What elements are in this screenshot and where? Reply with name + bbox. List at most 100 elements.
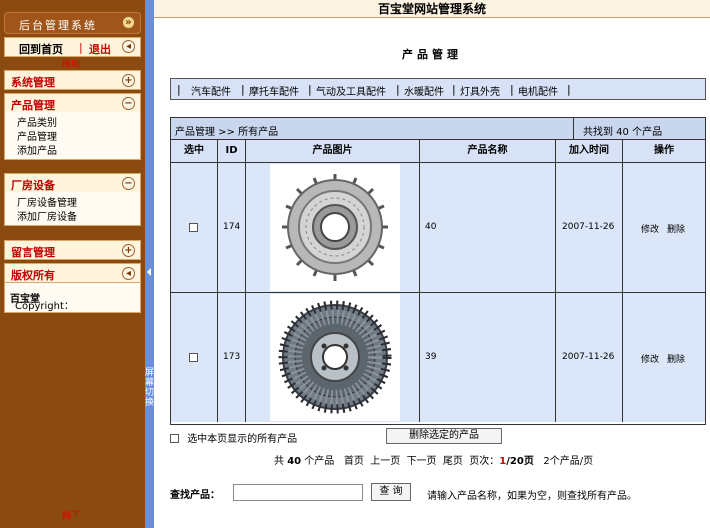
column-header: 加入时间 bbox=[556, 140, 623, 162]
product-image[interactable] bbox=[270, 164, 400, 291]
sidebar-item-add-equipment[interactable]: 添加厂房设备 bbox=[17, 208, 77, 223]
table-header-row: 选中 ID 产品图片 产品名称 加入时间 操作 bbox=[171, 140, 705, 163]
section-label: 系统管理 bbox=[11, 76, 55, 89]
copyright-label: Copyright： bbox=[15, 301, 74, 312]
category-link[interactable]: 摩托车配件 bbox=[249, 83, 299, 98]
delete-link[interactable]: 删除 bbox=[667, 352, 685, 365]
column-header: 产品名称 bbox=[420, 140, 556, 162]
column-header: 选中 bbox=[171, 140, 218, 162]
category-link[interactable]: 电机配件 bbox=[518, 83, 558, 98]
fan-clutch-finned-image bbox=[278, 300, 392, 414]
table-info-row: 产品管理 >> 所有产品 共找到 40 个产品 bbox=[171, 118, 705, 140]
sidebar-section-products[interactable]: 产品管理 − bbox=[4, 93, 141, 113]
sidebar-header: 后台管理系统 » bbox=[4, 12, 141, 34]
home-logout-bar: 回到首页 | 退出 ◂ bbox=[4, 37, 141, 57]
expand-icon[interactable]: + bbox=[122, 244, 135, 257]
sidebar-item-add-product[interactable]: 添加产品 bbox=[17, 142, 57, 157]
home-link[interactable]: 回到首页 bbox=[19, 41, 63, 57]
collapse-all-icon[interactable]: » bbox=[122, 16, 135, 29]
image-cell bbox=[246, 293, 420, 422]
search-hint: 请输入产品名称，如果为空，则查找所有产品。 bbox=[427, 491, 637, 502]
copyright-box: Copyright： 百宝堂 bbox=[4, 283, 141, 313]
column-header: ID bbox=[218, 140, 246, 162]
product-id: 174 bbox=[223, 222, 241, 232]
pipe: | bbox=[241, 83, 245, 96]
breadcrumb: 产品管理 >> 所有产品 bbox=[175, 127, 279, 138]
select-cell bbox=[171, 163, 218, 292]
category-link[interactable]: 气动及工具配件 bbox=[316, 83, 386, 98]
table-row: 174 40 2007-11-26 修改 删除 bbox=[171, 163, 705, 293]
section-label: 留言管理 bbox=[11, 246, 55, 259]
action-cell: 修改 删除 bbox=[623, 293, 705, 422]
sidebar-section-copyright[interactable]: 版权所有 ◂ bbox=[4, 263, 141, 283]
search-label: 查找产品： bbox=[170, 490, 220, 501]
top-title-bar: 百宝堂网站管理系统 bbox=[154, 0, 710, 18]
pipe: | bbox=[510, 83, 514, 96]
select-all-row: 选中本页显示的所有产品 bbox=[170, 430, 297, 445]
added-date: 2007-11-26 bbox=[562, 222, 615, 232]
fan-clutch-gear-image bbox=[282, 174, 388, 281]
pipe: | bbox=[177, 83, 181, 96]
separator: | bbox=[79, 41, 83, 54]
sidebar-section-system[interactable]: 系统管理 + bbox=[4, 70, 141, 90]
sidebar-item-product-manage[interactable]: 产品管理 bbox=[17, 128, 57, 143]
down-hint: 向下 bbox=[62, 511, 81, 521]
pager-total-suffix: 个产品 bbox=[304, 456, 335, 467]
date-cell: 2007-11-26 bbox=[556, 293, 623, 422]
delete-selected-button[interactable]: 删除选定的产品 bbox=[386, 428, 502, 444]
column-header: 操作 bbox=[654, 145, 674, 156]
category-link[interactable]: 水暖配件 bbox=[404, 83, 444, 98]
select-all-label: 选中本页显示的所有产品 bbox=[187, 434, 298, 445]
pager-per-page: 2个产品/页 bbox=[543, 456, 594, 467]
equipment-submenu: 厂房设备管理 添加厂房设备 bbox=[4, 192, 141, 226]
pagination: 共 40 个产品 首页 上一页 下一页 尾页 页次：1/20页 2个产品/页 bbox=[274, 452, 593, 467]
action-cell: 修改 删除 bbox=[623, 163, 705, 292]
pager-total-prefix: 共 bbox=[274, 456, 284, 467]
category-link[interactable]: 灯具外壳 bbox=[460, 83, 500, 98]
edit-link[interactable]: 修改 bbox=[641, 222, 659, 235]
select-cell bbox=[171, 293, 218, 422]
chevron-left-icon[interactable]: ◂ bbox=[122, 40, 135, 53]
sidebar-section-messages[interactable]: 留言管理 + bbox=[4, 240, 141, 260]
product-image[interactable] bbox=[270, 294, 400, 421]
product-name: 39 bbox=[425, 352, 437, 362]
pager-first[interactable]: 首页 bbox=[344, 456, 364, 467]
collapse-icon[interactable]: − bbox=[122, 177, 135, 190]
product-id: 173 bbox=[223, 352, 241, 362]
screen-toggle-splitter[interactable]: 屏幕切换 bbox=[145, 0, 154, 528]
pager-prev[interactable]: 上一页 bbox=[370, 456, 400, 467]
category-bar: | 汽车配件 | 摩托车配件 | 气动及工具配件 | 水暖配件 | 灯具外壳 |… bbox=[170, 78, 706, 100]
added-date: 2007-11-26 bbox=[562, 352, 615, 362]
collapse-icon[interactable]: − bbox=[122, 97, 135, 110]
section-label: 厂房设备 bbox=[11, 179, 55, 192]
sidebar-item-equipment-manage[interactable]: 厂房设备管理 bbox=[17, 194, 77, 209]
sidebar: 后台管理系统 » 回到首页 | 退出 ◂ 拖动 系统管理 + 产品管理 − 产品… bbox=[0, 0, 145, 528]
id-cell: 174 bbox=[218, 163, 246, 292]
column-header: 产品图片 bbox=[246, 140, 420, 162]
logout-link[interactable]: 退出 bbox=[89, 41, 111, 57]
edit-link[interactable]: 修改 bbox=[641, 352, 659, 365]
found-count: 共找到 40 个产品 bbox=[583, 127, 663, 138]
delete-link[interactable]: 删除 bbox=[667, 222, 685, 235]
products-table: 产品管理 >> 所有产品 共找到 40 个产品 选中 ID 产品图片 产品名称 … bbox=[170, 117, 706, 425]
product-name: 40 bbox=[425, 222, 437, 232]
collapse-sidebar-icon[interactable] bbox=[147, 268, 151, 276]
pipe: | bbox=[452, 83, 456, 96]
chevron-left-icon[interactable]: ◂ bbox=[122, 267, 135, 280]
name-cell: 39 bbox=[420, 293, 556, 422]
pager-last[interactable]: 尾页 bbox=[443, 456, 463, 467]
category-link[interactable]: 汽车配件 bbox=[191, 83, 231, 98]
splitter-label: 屏幕切换 bbox=[145, 368, 155, 408]
date-cell: 2007-11-26 bbox=[556, 163, 623, 292]
row-checkbox[interactable] bbox=[189, 353, 198, 362]
search-input[interactable] bbox=[233, 484, 363, 501]
drag-hint: 拖动 bbox=[62, 60, 81, 70]
image-cell bbox=[246, 163, 420, 292]
sidebar-section-equipment[interactable]: 厂房设备 − bbox=[4, 173, 141, 193]
expand-icon[interactable]: + bbox=[122, 74, 135, 87]
pager-next[interactable]: 下一页 bbox=[407, 456, 437, 467]
select-all-checkbox[interactable] bbox=[170, 434, 179, 443]
row-checkbox[interactable] bbox=[189, 223, 198, 232]
search-button[interactable]: 查 询 bbox=[371, 483, 411, 501]
sidebar-item-product-category[interactable]: 产品类别 bbox=[17, 114, 57, 129]
